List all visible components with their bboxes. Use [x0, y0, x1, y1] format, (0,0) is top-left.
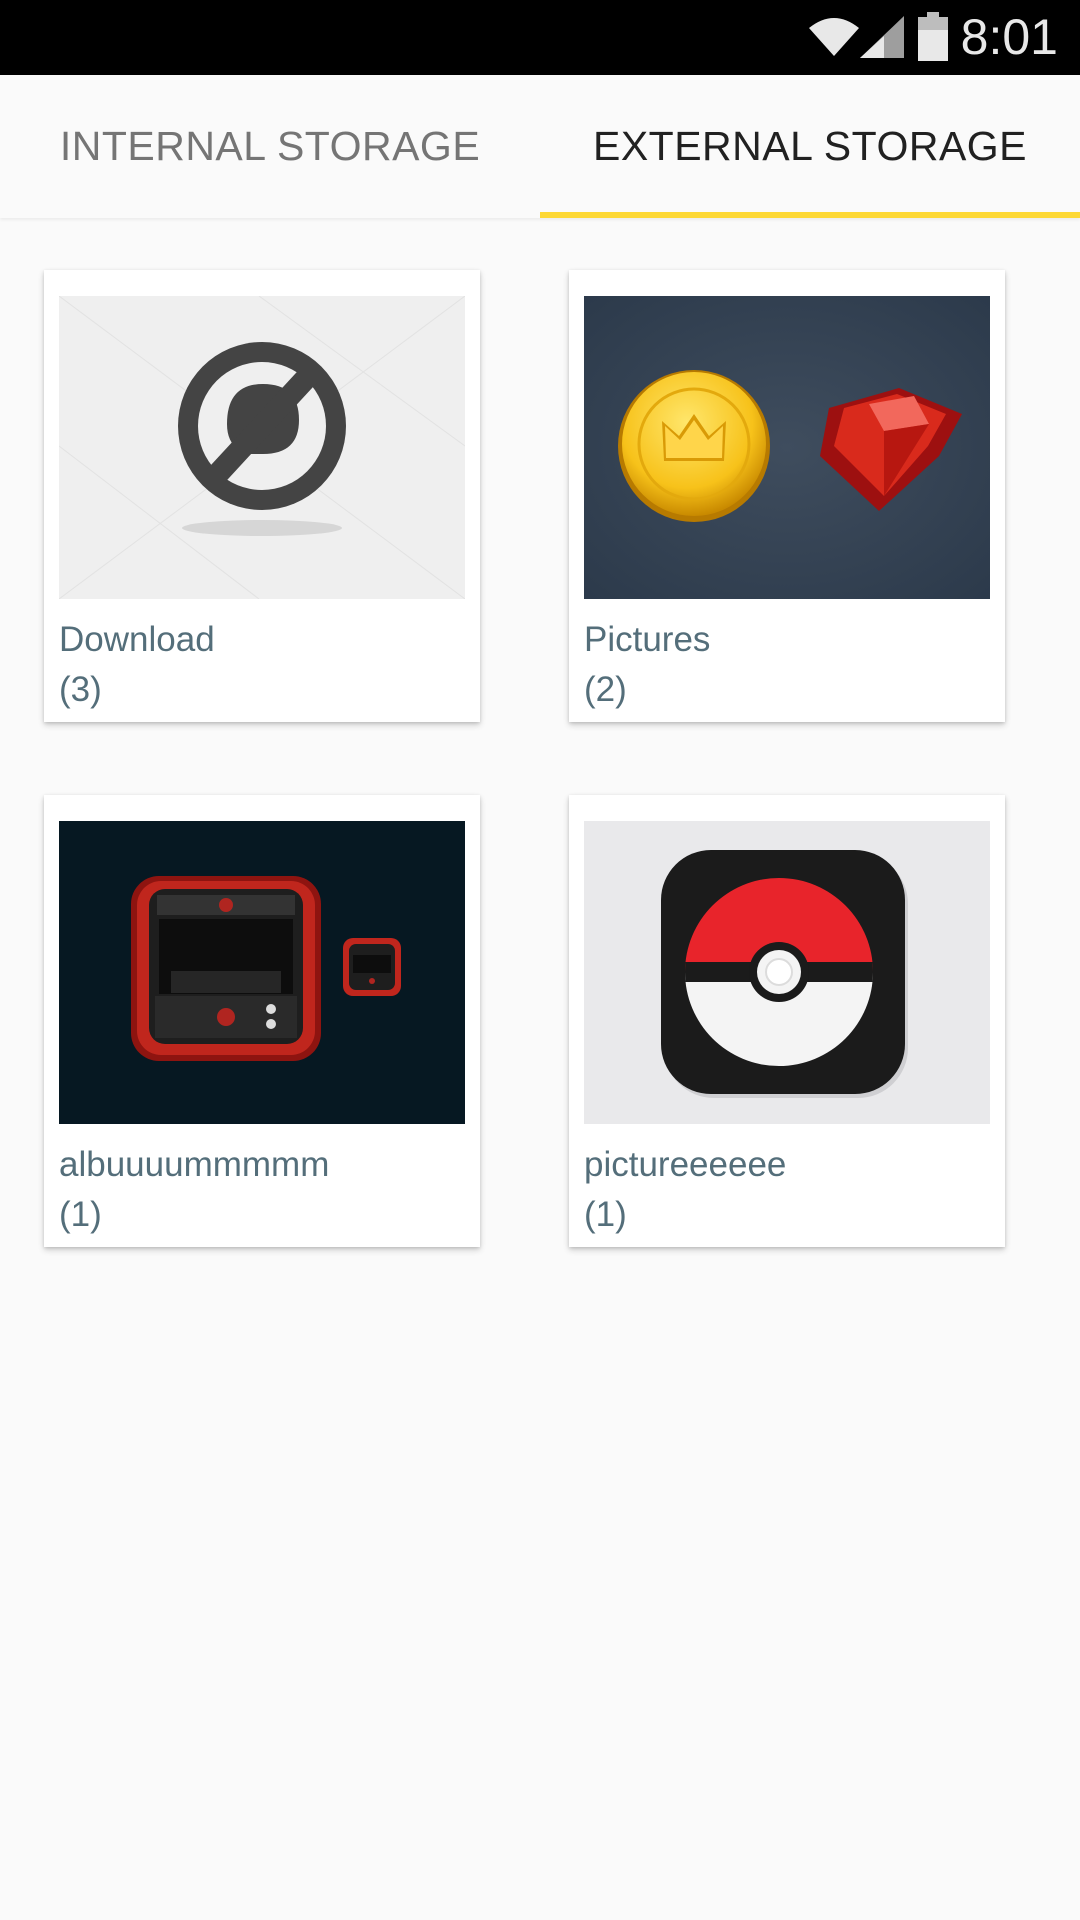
battery-icon: [917, 12, 949, 67]
album-name: Pictures: [584, 620, 711, 659]
album-count: (1): [584, 1195, 627, 1234]
album-card-albuuuummmmm[interactable]: albuuuummmmm (1): [44, 795, 480, 1247]
storage-tabs: INTERNAL STORAGE EXTERNAL STORAGE: [0, 75, 1080, 218]
album-name: pictureeeeee: [584, 1145, 787, 1184]
cell-signal-icon: [858, 14, 906, 65]
status-bar: 8:01: [0, 0, 1080, 75]
album-count: (1): [59, 1195, 102, 1234]
tab-external-storage[interactable]: EXTERNAL STORAGE: [540, 75, 1080, 218]
album-name: albuuuummmmm: [59, 1145, 330, 1184]
wifi-icon: [808, 14, 860, 63]
coin-and-ruby-image: [584, 296, 990, 599]
album-card-download[interactable]: Download (3): [44, 270, 480, 722]
no-chat-sign-image: [59, 296, 465, 599]
arcade-cabinet-icon-image: [59, 821, 465, 1124]
album-count: (2): [584, 670, 627, 709]
album-card-pictures[interactable]: Pictures (2): [569, 270, 1005, 722]
tab-selected-indicator: [540, 212, 1080, 218]
album-name: Download: [59, 620, 215, 659]
pokeball-icon-image: [584, 821, 990, 1124]
status-time: 8:01: [960, 9, 1058, 65]
tab-internal-storage[interactable]: INTERNAL STORAGE: [0, 75, 540, 218]
album-card-pictureeeeee[interactable]: pictureeeeee (1): [569, 795, 1005, 1247]
album-count: (3): [59, 670, 102, 709]
